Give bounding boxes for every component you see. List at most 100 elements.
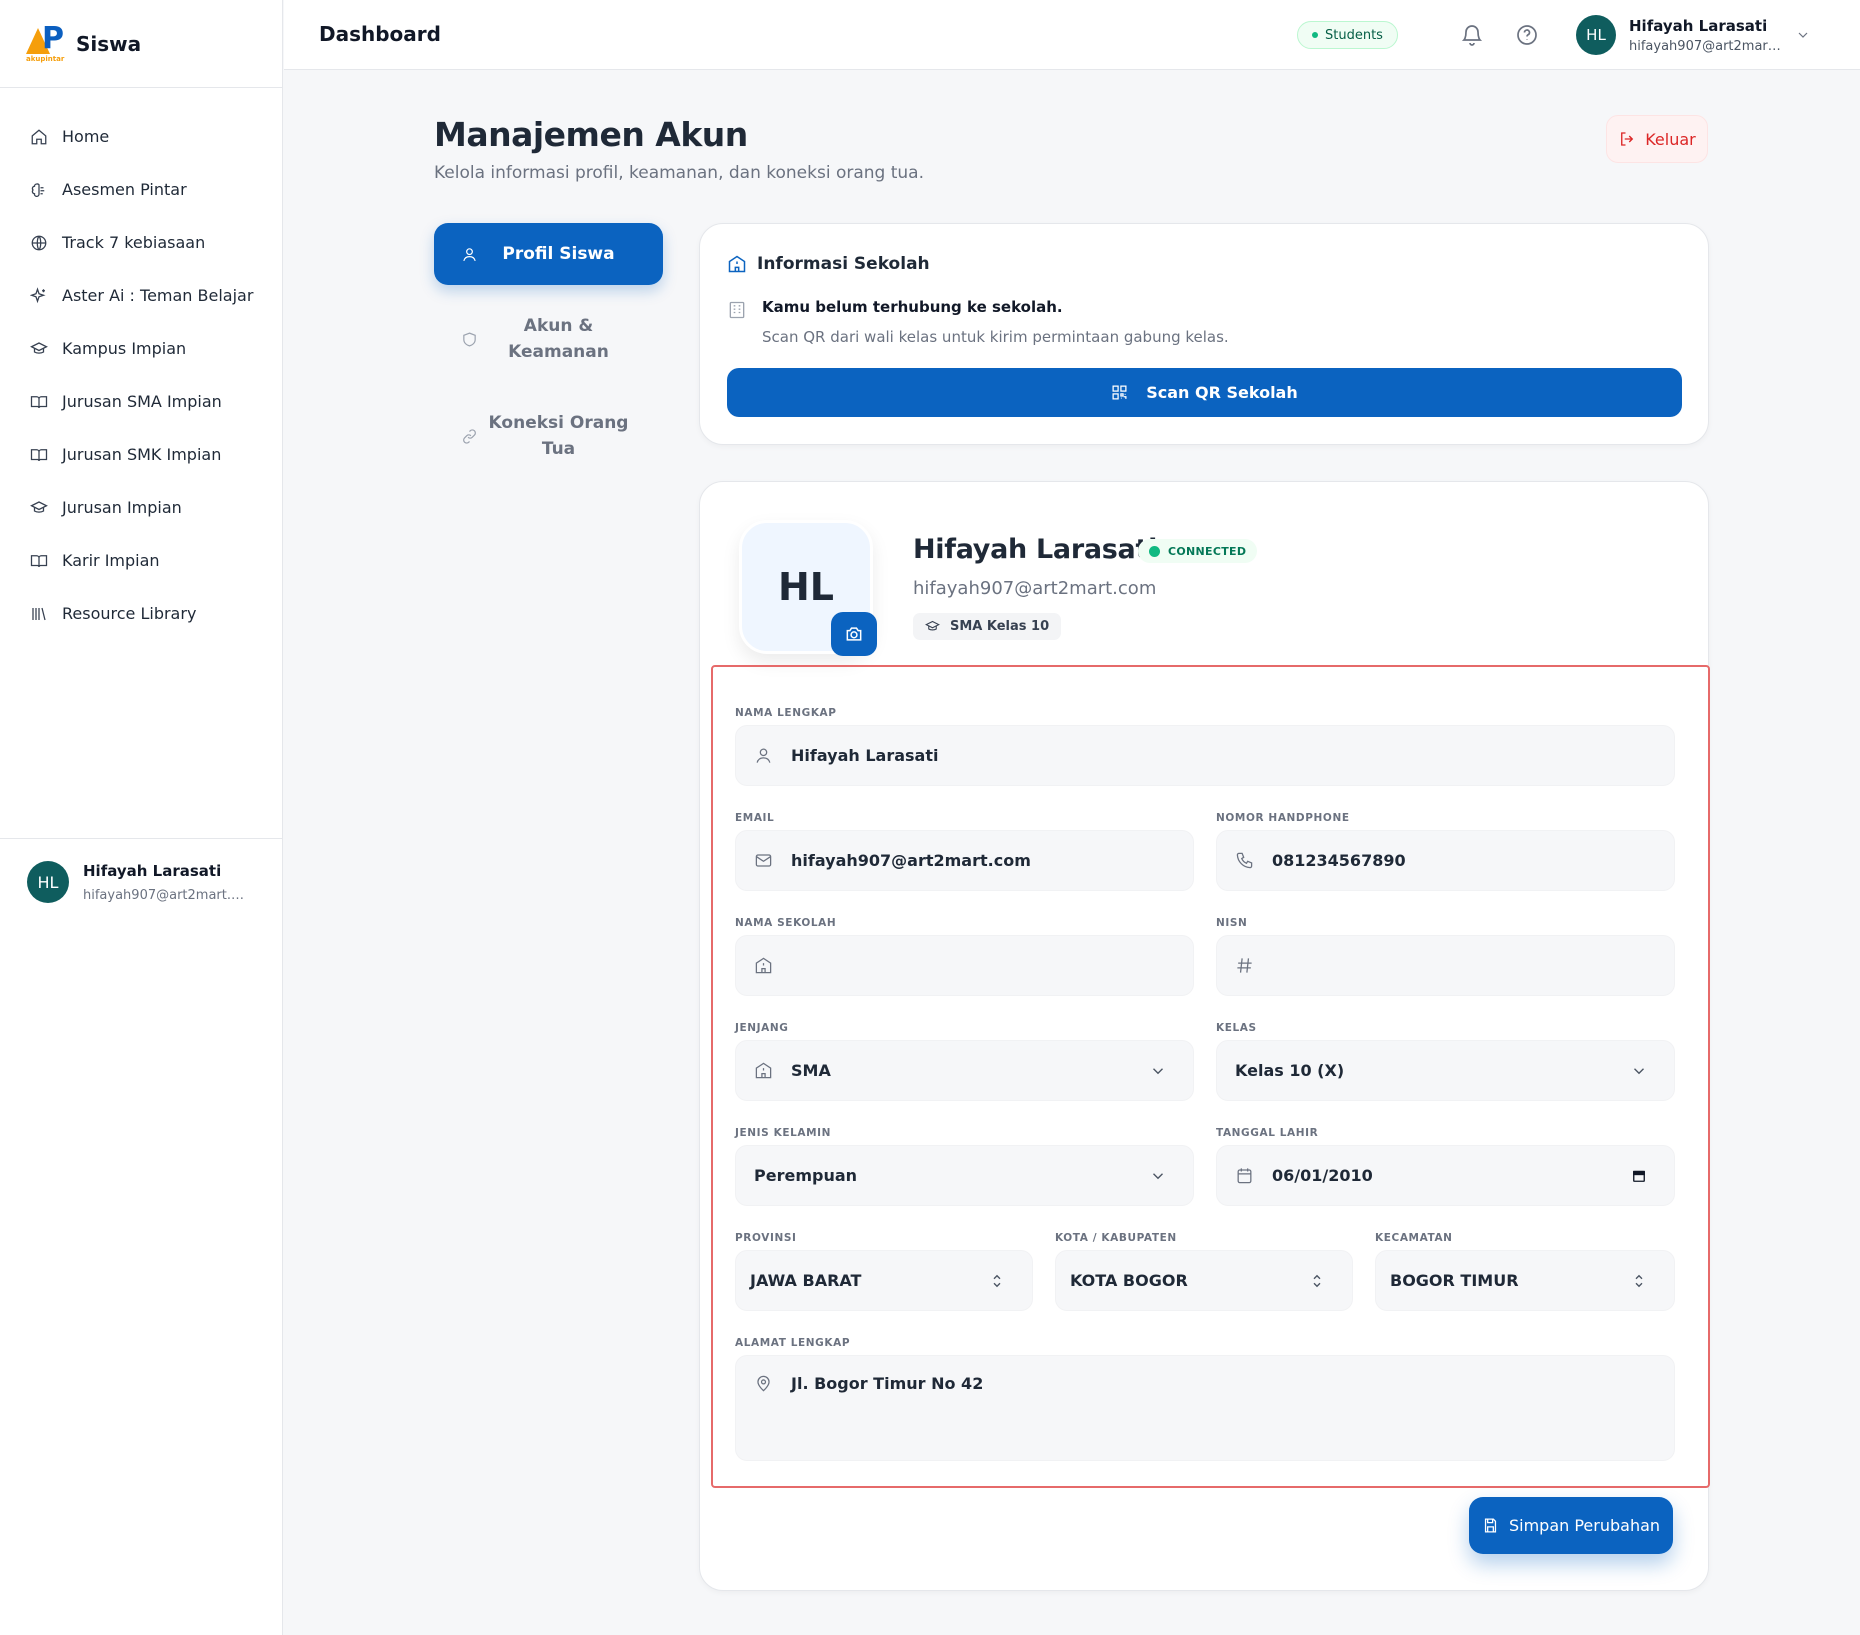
sidebar-item-aster-ai[interactable]: Aster Ai : Teman Belajar — [0, 269, 282, 322]
sidebar-item-label: Track 7 kebiasaan — [62, 233, 206, 252]
school-info-card: Informasi Sekolah Kamu belum terhubung k… — [699, 223, 1709, 445]
kelas-value: Kelas 10 (X) — [1235, 1061, 1345, 1080]
book-open-icon — [30, 395, 48, 408]
kecamatan-label: KECAMATAN — [1375, 1232, 1453, 1244]
sidebar-item-home[interactable]: Home — [0, 110, 282, 163]
provinsi-select[interactable]: JAWA BARAT — [735, 1250, 1033, 1311]
date-picker-icon[interactable] — [1630, 1167, 1648, 1185]
kecamatan-select[interactable]: BOGOR TIMUR — [1375, 1250, 1675, 1311]
graduation-cap-icon — [30, 341, 48, 354]
sidebar-item-jurusan[interactable]: Jurusan Impian — [0, 481, 282, 534]
school-hint: Scan QR dari wali kelas untuk kirim perm… — [762, 328, 1229, 346]
save-label: Simpan Perubahan — [1508, 1516, 1661, 1535]
library-icon — [32, 607, 46, 620]
school-status: Kamu belum terhubung ke sekolah. — [762, 298, 1063, 316]
page-subtitle: Kelola informasi profil, keamanan, dan k… — [434, 163, 925, 183]
sidebar-item-label: Home — [62, 127, 110, 146]
provinsi-value: JAWA BARAT — [750, 1271, 862, 1290]
building-icon — [729, 301, 745, 319]
sidebar-item-asesmen[interactable]: Asesmen Pintar — [0, 163, 282, 216]
jenjang-select[interactable]: SMA — [735, 1040, 1194, 1101]
avatar: HL — [27, 861, 69, 903]
school-icon — [755, 957, 772, 974]
nisn-input[interactable] — [1216, 935, 1675, 996]
sidebar-user[interactable]: HL Hifayah Larasati hifayah907@art2mart.… — [0, 838, 283, 903]
tanggal-lahir-input[interactable]: 06/01/2010 — [1216, 1145, 1675, 1206]
email-field[interactable]: hifayah907@art2mart.com — [735, 830, 1194, 891]
nama-lengkap-value: Hifayah Larasati — [791, 746, 939, 765]
tab-akun-keamanan[interactable]: Akun & Keamanan — [434, 308, 663, 370]
jenis-kelamin-value: Perempuan — [754, 1166, 858, 1185]
alamat-value: Jl. Bogor Timur No 42 — [791, 1374, 984, 1393]
logout-button[interactable]: Keluar — [1606, 115, 1708, 163]
scan-qr-label: Scan QR Sekolah — [1146, 383, 1298, 402]
profile-email: hifayah907@art2mart.com — [913, 578, 1157, 599]
sidebar-item-jurusan-sma[interactable]: Jurusan SMA Impian — [0, 375, 282, 428]
sidebar-user-name: Hifayah Larasati — [83, 862, 222, 880]
notifications-button[interactable] — [1460, 23, 1484, 47]
brand-name: Siswa — [76, 31, 142, 56]
sidebar-item-label: Jurusan SMA Impian — [62, 392, 222, 411]
nama-sekolah-input[interactable] — [735, 935, 1194, 996]
save-icon — [1484, 1518, 1497, 1533]
phone-value: 081234567890 — [1272, 851, 1406, 870]
scan-qr-button[interactable]: Scan QR Sekolah — [727, 368, 1682, 417]
sidebar-item-label: Jurusan Impian — [62, 498, 182, 517]
bell-icon — [1461, 25, 1483, 46]
top-header: Dashboard Students HL Hifayah Larasati h… — [284, 0, 1860, 70]
jenis-kelamin-label: JENIS KELAMIN — [735, 1127, 832, 1139]
user-icon — [756, 748, 771, 763]
kelas-select[interactable]: Kelas 10 (X) — [1216, 1040, 1675, 1101]
sidebar-item-label: Kampus Impian — [62, 339, 187, 358]
home-icon — [31, 128, 47, 144]
jenis-kelamin-select[interactable]: Perempuan — [735, 1145, 1194, 1206]
sidebar-item-jurusan-smk[interactable]: Jurusan SMK Impian — [0, 428, 282, 481]
kecamatan-value: BOGOR TIMUR — [1390, 1271, 1519, 1290]
profile-name: Hifayah Larasati — [913, 534, 1158, 565]
sidebar-user-email: hifayah907@art2mart.com — [83, 888, 251, 903]
chevron-up-down-icon — [1635, 1274, 1643, 1287]
tab-profil-siswa[interactable]: Profil Siswa — [434, 223, 663, 285]
header-user-menu[interactable]: HL Hifayah Larasati hifayah907@art2mart.… — [1576, 15, 1811, 55]
school-icon — [755, 1062, 772, 1079]
sidebar-item-resource-library[interactable]: Resource Library — [0, 587, 282, 640]
camera-icon — [846, 627, 862, 641]
nama-lengkap-input[interactable]: Hifayah Larasati — [735, 725, 1675, 786]
hash-icon — [1237, 958, 1252, 973]
chevron-down-icon — [1153, 1172, 1163, 1179]
sidebar: Pakupintar Siswa Home Asesmen Pintar Tra… — [0, 0, 283, 1635]
nisn-label: NISN — [1216, 917, 1248, 929]
tab-koneksi-orang-tua[interactable]: Koneksi Orang Tua — [434, 405, 663, 467]
kelas-label: KELAS — [1216, 1022, 1257, 1034]
graduation-cap-icon — [30, 500, 48, 513]
help-button[interactable] — [1515, 23, 1539, 47]
class-badge-label: SMA Kelas 10 — [950, 619, 1050, 634]
book-open-icon — [30, 554, 48, 567]
class-badge: SMA Kelas 10 — [913, 613, 1062, 640]
mail-icon — [755, 854, 772, 867]
shield-icon — [463, 331, 476, 346]
jenjang-label: JENJANG — [735, 1022, 789, 1034]
calendar-icon — [1237, 1168, 1252, 1184]
logout-label: Keluar — [1645, 129, 1696, 149]
sidebar-item-label: Resource Library — [62, 604, 197, 623]
app-logo: Pakupintar — [26, 20, 65, 63]
kota-label: KOTA / KABUPATEN — [1055, 1232, 1177, 1244]
kota-select[interactable]: KOTA BOGOR — [1055, 1250, 1353, 1311]
connection-status-label: CONNECTED — [1168, 544, 1247, 558]
phone-field[interactable]: 081234567890 — [1216, 830, 1675, 891]
email-value: hifayah907@art2mart.com — [791, 851, 1031, 870]
sidebar-item-kampus[interactable]: Kampus Impian — [0, 322, 282, 375]
sidebar-item-karir[interactable]: Karir Impian — [0, 534, 282, 587]
sidebar-item-track[interactable]: Track 7 kebiasaan — [0, 216, 282, 269]
sparkles-icon — [30, 286, 46, 303]
brand[interactable]: Pakupintar Siswa — [0, 0, 282, 88]
sidebar-item-label: Jurusan SMK Impian — [62, 445, 222, 464]
sidebar-item-label: Aster Ai : Teman Belajar — [62, 286, 254, 305]
kota-value: KOTA BOGOR — [1070, 1271, 1188, 1290]
page-title: Manajemen Akun — [434, 115, 748, 154]
change-photo-button[interactable] — [831, 612, 877, 656]
alamat-textarea[interactable]: Jl. Bogor Timur No 42 — [735, 1355, 1675, 1461]
save-button[interactable]: Simpan Perubahan — [1469, 1497, 1673, 1554]
qr-code-icon — [1112, 385, 1127, 400]
